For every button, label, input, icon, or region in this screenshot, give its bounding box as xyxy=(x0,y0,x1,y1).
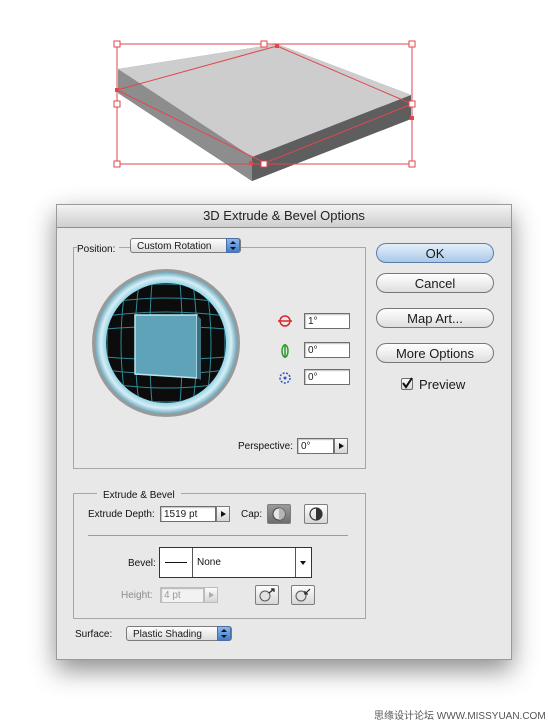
checkmark-icon xyxy=(402,377,413,389)
perspective-field[interactable]: 0° xyxy=(297,438,334,454)
bevel-extent-in-button[interactable] xyxy=(291,585,315,605)
ok-button[interactable]: OK xyxy=(376,243,494,263)
bevel-swatch xyxy=(160,548,193,577)
map-art-button[interactable]: Map Art... xyxy=(376,308,494,328)
bevel-label: Bevel: xyxy=(128,558,156,569)
preview-label: Preview xyxy=(419,377,466,392)
cap-on-button[interactable] xyxy=(267,504,291,524)
extrude-depth-field[interactable]: 1519 pt xyxy=(160,506,216,522)
more-options-button[interactable]: More Options xyxy=(376,343,494,363)
rotate-x-field[interactable]: 1° xyxy=(304,313,350,329)
chevron-updown-icon xyxy=(217,626,231,641)
height-slider-button[interactable] xyxy=(204,587,218,603)
rotation-trackball[interactable] xyxy=(91,268,241,418)
rotate-z-field[interactable]: 0° xyxy=(304,369,350,385)
perspective-label: Perspective: xyxy=(238,441,294,452)
bevel-profile-line xyxy=(165,562,187,563)
surface-popup[interactable]: Plastic Shading xyxy=(126,626,232,641)
bevel-dropdown-arrow xyxy=(295,548,311,577)
rotation-cube-face xyxy=(134,314,198,379)
surface-popup-value: Plastic Shading xyxy=(133,629,202,640)
watermark: 思缘设计论坛 WWW.MISSYUAN.COM xyxy=(374,711,546,722)
bevel-extent-out-icon xyxy=(259,588,275,602)
rotate-y-field[interactable]: 0° xyxy=(304,342,350,358)
bevel-dropdown[interactable]: None xyxy=(159,547,312,578)
extruded-object-preview[interactable] xyxy=(0,0,548,200)
group-divider xyxy=(88,535,348,536)
cap-on-icon xyxy=(272,507,286,521)
rotate-y-axis-icon xyxy=(281,344,289,358)
preview-checkbox[interactable] xyxy=(401,377,413,390)
extrude-depth-label: Extrude Depth: xyxy=(88,509,155,520)
position-label: Position: xyxy=(77,244,116,255)
position-header: Position: xyxy=(77,239,120,255)
height-label: Height: xyxy=(121,590,153,601)
perspective-slider-button[interactable] xyxy=(334,438,348,454)
cancel-button[interactable]: Cancel xyxy=(376,273,494,293)
bevel-value: None xyxy=(197,557,221,568)
bevel-extent-in-icon xyxy=(295,588,311,602)
cap-off-button[interactable] xyxy=(304,504,328,524)
rotation-cube-side xyxy=(197,315,201,380)
extrude-bevel-header: Extrude & Bevel xyxy=(97,485,181,501)
bevel-extent-out-button[interactable] xyxy=(255,585,279,605)
dialog-title: 3D Extrude & Bevel Options xyxy=(57,205,511,228)
extrude-depth-slider-button[interactable] xyxy=(216,506,230,522)
chevron-down-icon xyxy=(300,561,306,565)
rotate-z-axis-icon xyxy=(279,372,291,384)
cap-off-icon xyxy=(309,507,323,521)
surface-label: Surface: xyxy=(75,629,113,640)
position-popup-value: Custom Rotation xyxy=(137,241,212,252)
cap-label: Cap: xyxy=(241,509,263,520)
extrude-bevel-dialog: 3D Extrude & Bevel Options Position: Cus… xyxy=(56,204,512,660)
extrude-bevel-title: Extrude & Bevel xyxy=(103,490,175,501)
height-field[interactable]: 4 pt xyxy=(160,587,204,603)
rotate-x-axis-icon xyxy=(278,315,292,327)
chevron-updown-icon xyxy=(226,238,240,253)
position-popup[interactable]: Custom Rotation xyxy=(130,238,241,253)
